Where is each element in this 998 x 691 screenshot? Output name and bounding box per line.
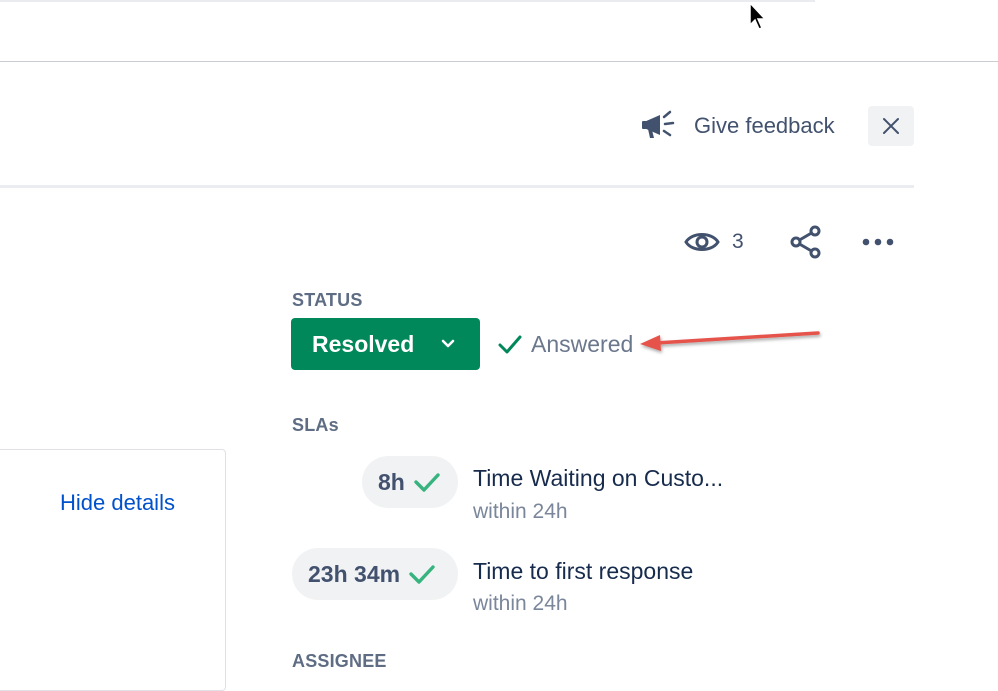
header-divider — [0, 185, 914, 188]
sla-name: Time Waiting on Custo... — [473, 465, 724, 491]
close-icon — [883, 118, 899, 134]
more-horizontal-icon — [862, 238, 894, 246]
check-icon — [413, 471, 441, 493]
resolution-text: Answered — [531, 330, 634, 357]
give-feedback-label: Give feedback — [694, 113, 835, 138]
chevron-down-icon — [440, 338, 456, 350]
details-panel — [0, 449, 226, 691]
status-value: Resolved — [312, 330, 415, 357]
slas-section-label: SLAs — [292, 415, 339, 435]
mouse-cursor-icon — [749, 2, 767, 30]
more-actions-button[interactable] — [858, 222, 898, 262]
sla-time-pill: 23h 34m — [292, 548, 458, 600]
assignee-section-label: ASSIGNEE — [292, 651, 387, 671]
give-feedback-button[interactable]: Give feedback — [640, 106, 835, 146]
sla-time: 23h 34m — [308, 560, 401, 587]
check-icon — [408, 563, 436, 585]
status-dropdown-button[interactable]: Resolved — [291, 318, 480, 370]
watch-button[interactable]: 3 — [684, 222, 744, 262]
top-strip — [0, 0, 815, 2]
check-icon — [498, 335, 522, 354]
sla-goal: within 24h — [473, 500, 568, 523]
annotation-arrow-icon — [640, 331, 820, 351]
sla-name: Time to first response — [473, 558, 694, 584]
resolution-indicator: Answered — [497, 328, 633, 360]
watchers-count: 3 — [732, 230, 744, 253]
status-section-label: STATUS — [292, 290, 363, 310]
sla-time-pill: 8h — [362, 456, 458, 508]
sla-time: 8h — [378, 468, 405, 495]
eye-icon — [684, 233, 720, 251]
share-button[interactable] — [787, 222, 825, 262]
megaphone-icon — [642, 110, 675, 138]
hide-details-link[interactable]: Hide details — [60, 490, 175, 516]
top-divider — [0, 61, 998, 62]
close-button[interactable] — [868, 106, 914, 146]
sla-goal: within 24h — [473, 592, 568, 615]
share-icon — [790, 225, 821, 259]
